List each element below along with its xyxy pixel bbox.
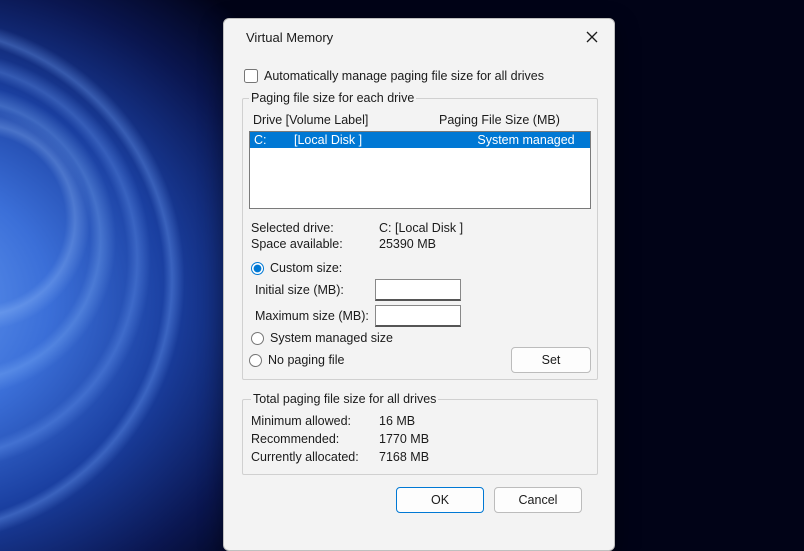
totals-fieldset: Total paging file size for all drives Mi…	[242, 392, 598, 475]
titlebar: Virtual Memory	[224, 19, 614, 55]
cancel-button[interactable]: Cancel	[494, 487, 582, 513]
dialog-footer: OK Cancel	[242, 475, 598, 513]
system-managed-radio-row[interactable]: System managed size	[251, 331, 589, 345]
window-title: Virtual Memory	[246, 30, 333, 45]
drive-list-header: Drive [Volume Label] Paging File Size (M…	[249, 111, 591, 129]
no-paging-radio-row[interactable]: No paging file	[249, 353, 344, 367]
system-managed-radio[interactable]	[251, 332, 264, 345]
initial-size-input[interactable]	[375, 279, 461, 301]
auto-manage-label: Automatically manage paging file size fo…	[264, 69, 544, 83]
minimum-allowed-label: Minimum allowed:	[251, 414, 379, 428]
virtual-memory-dialog: Virtual Memory Automatically manage pagi…	[223, 18, 615, 551]
recommended-value: 1770 MB	[379, 432, 589, 446]
minimum-allowed-value: 16 MB	[379, 414, 589, 428]
selected-drive-label: Selected drive:	[251, 221, 379, 235]
set-button[interactable]: Set	[511, 347, 591, 373]
space-available-label: Space available:	[251, 237, 379, 251]
header-size: Paging File Size (MB)	[439, 113, 560, 127]
no-paging-label: No paging file	[268, 353, 344, 367]
drive-letter: C:	[254, 133, 294, 147]
custom-size-label: Custom size:	[270, 261, 342, 275]
ok-button[interactable]: OK	[396, 487, 484, 513]
system-managed-label: System managed size	[270, 331, 393, 345]
no-paging-radio[interactable]	[249, 354, 262, 367]
drive-list[interactable]: C: [Local Disk ] System managed	[249, 131, 591, 209]
currently-allocated-value: 7168 MB	[379, 450, 589, 464]
maximum-size-label: Maximum size (MB):	[255, 309, 375, 323]
drive-volume-label: [Local Disk ]	[294, 133, 466, 147]
auto-manage-checkbox[interactable]	[244, 69, 258, 83]
dialog-content: Automatically manage paging file size fo…	[224, 55, 614, 550]
drive-row[interactable]: C: [Local Disk ] System managed	[250, 132, 590, 148]
space-available-value: 25390 MB	[379, 237, 589, 251]
close-button[interactable]	[584, 29, 600, 45]
auto-manage-checkbox-row[interactable]: Automatically manage paging file size fo…	[244, 69, 598, 83]
drive-paging-size: System managed	[466, 133, 586, 147]
totals-legend: Total paging file size for all drives	[251, 392, 438, 406]
drive-fieldset: Paging file size for each drive Drive [V…	[242, 91, 598, 380]
custom-size-inputs: Initial size (MB): Maximum size (MB):	[255, 279, 591, 327]
close-icon	[586, 31, 598, 43]
custom-size-radio[interactable]	[251, 262, 264, 275]
recommended-label: Recommended:	[251, 432, 379, 446]
drive-legend: Paging file size for each drive	[249, 91, 416, 105]
selected-drive-value: C: [Local Disk ]	[379, 221, 589, 235]
selected-drive-info: Selected drive: C: [Local Disk ] Space a…	[251, 221, 589, 251]
custom-size-radio-row[interactable]: Custom size:	[251, 261, 589, 275]
initial-size-label: Initial size (MB):	[255, 283, 375, 297]
currently-allocated-label: Currently allocated:	[251, 450, 379, 464]
maximum-size-input[interactable]	[375, 305, 461, 327]
header-drive: Drive [Volume Label]	[253, 113, 439, 127]
